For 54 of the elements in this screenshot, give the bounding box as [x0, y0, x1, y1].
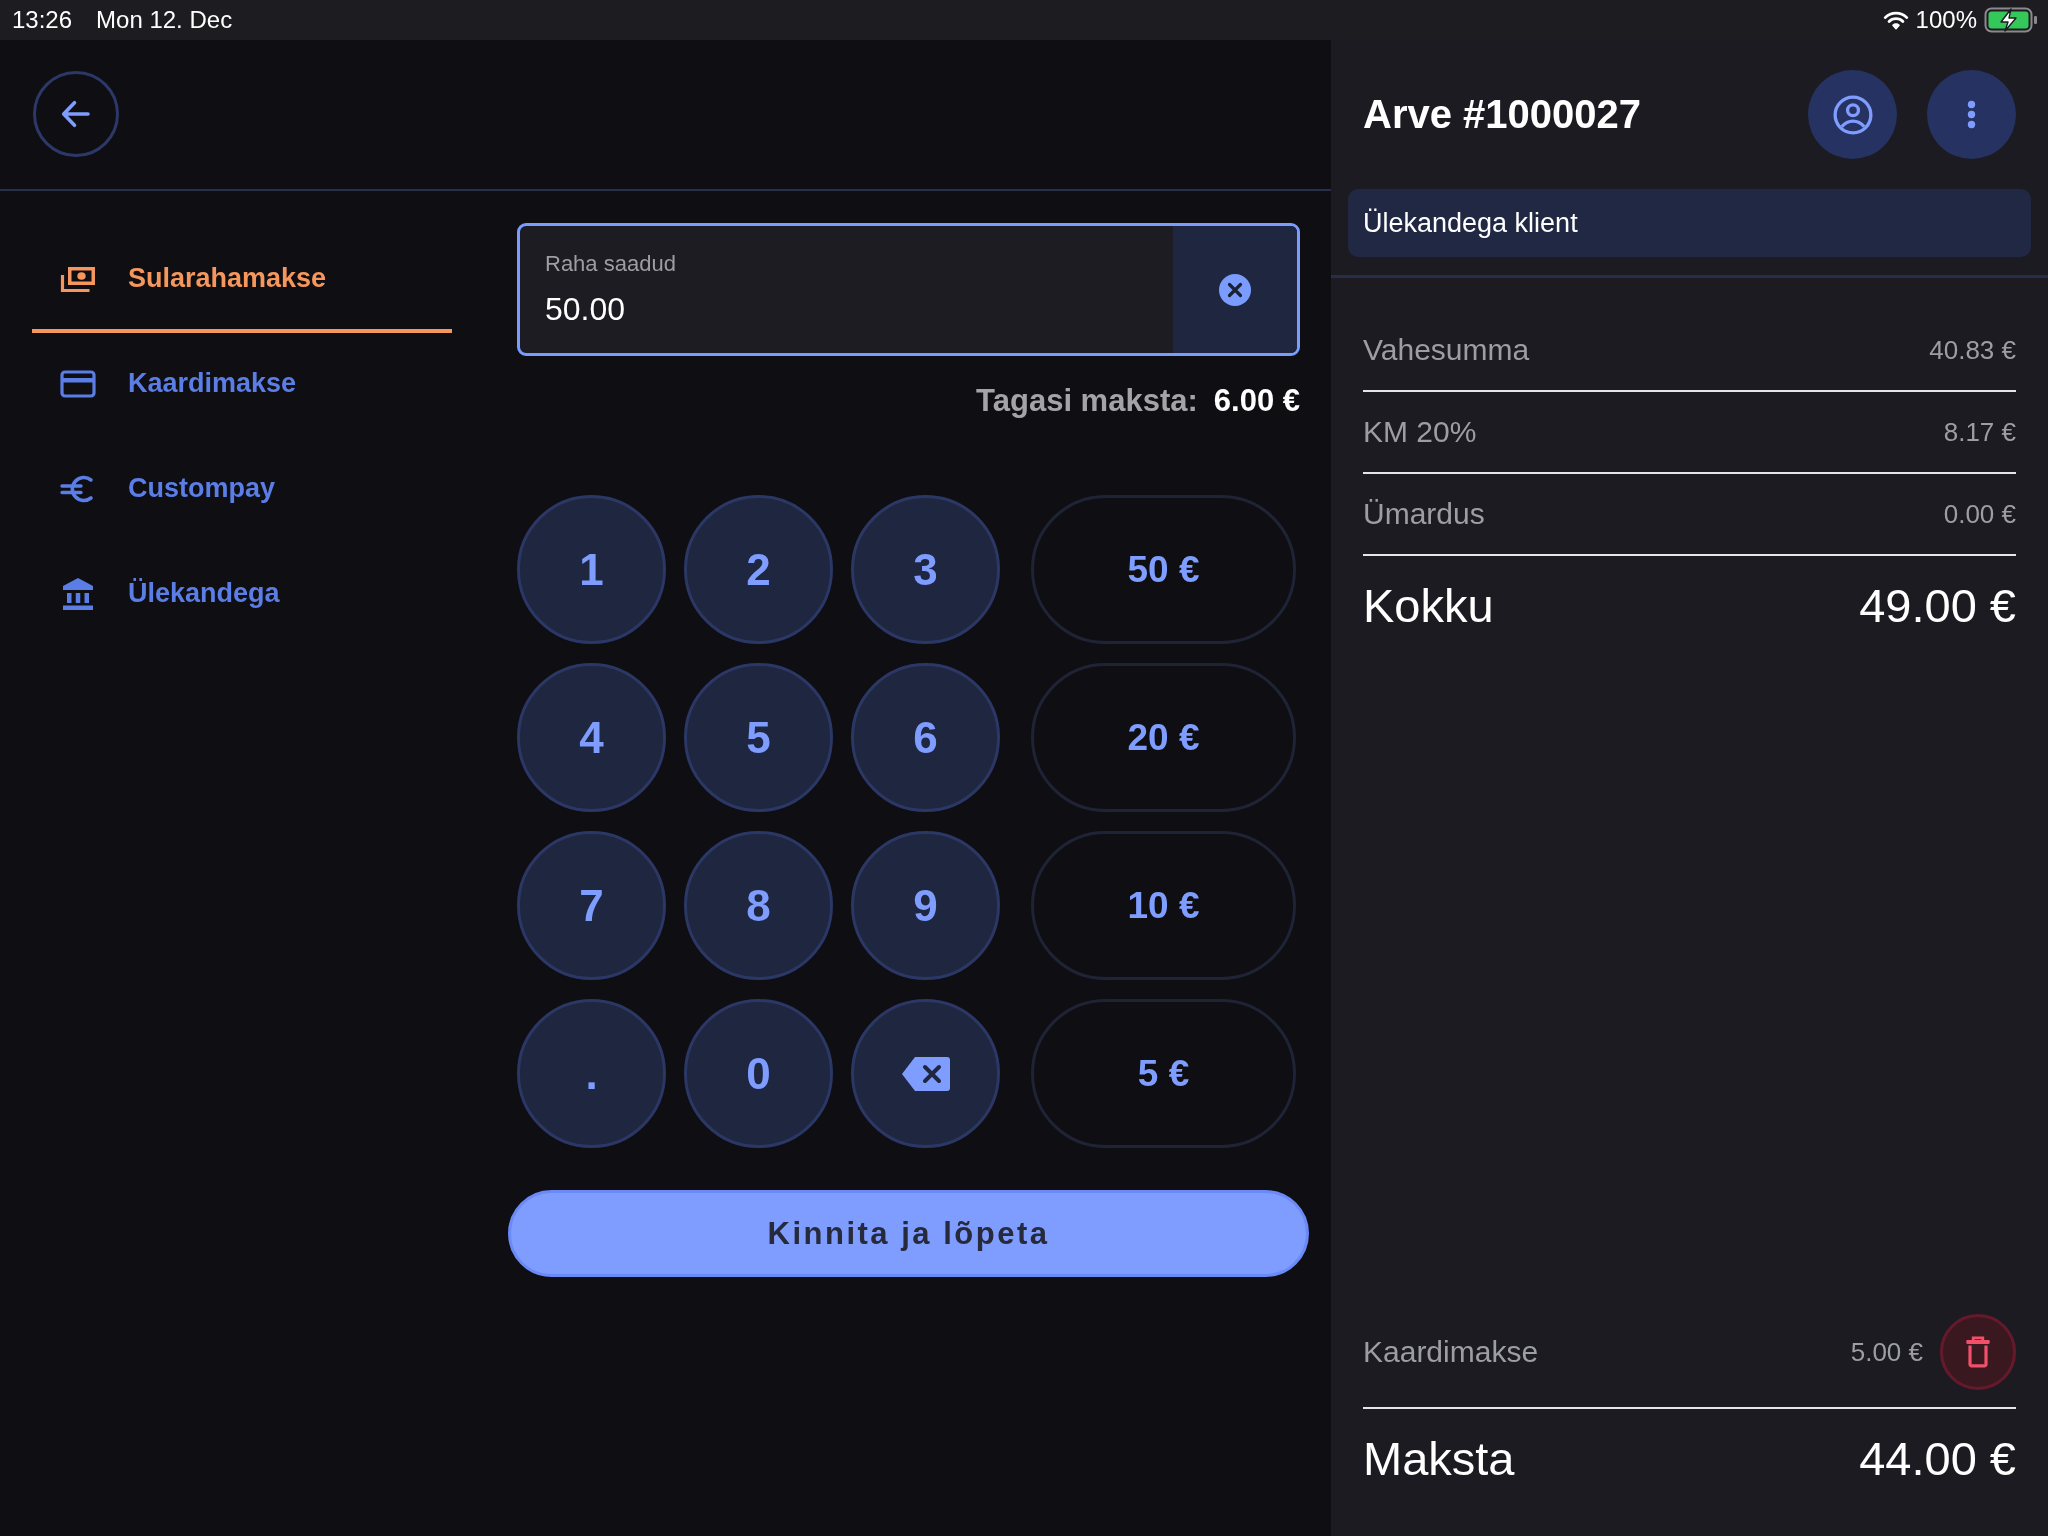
clear-icon: [1219, 273, 1251, 306]
status-date: Mon 12. Dec: [96, 6, 233, 34]
battery-icon: [1984, 7, 2038, 33]
confirm-button[interactable]: Kinnita ja lõpeta: [508, 1190, 1309, 1277]
change-label: Tagasi maksta:: [976, 383, 1198, 419]
cash-icon: [60, 264, 96, 293]
keypad-key[interactable]: 0: [684, 999, 833, 1148]
amount-field[interactable]: Raha saadud 50.00: [517, 223, 1300, 356]
wifi-icon: [1882, 10, 1909, 30]
keypad-key[interactable]: .: [517, 999, 666, 1148]
keypad-key[interactable]: 1: [517, 495, 666, 644]
invoice-title: Arve #1000027: [1363, 92, 1643, 137]
change-amount: 6.00 €: [1213, 383, 1300, 419]
payment-method-tab[interactable]: Sularahamakse: [32, 228, 452, 333]
customer-bar[interactable]: Ülekandega klient: [1348, 189, 2031, 257]
back-button[interactable]: [33, 71, 119, 157]
quick-amount-button[interactable]: 50 €: [1031, 495, 1296, 644]
keypad-key[interactable]: 7: [517, 831, 666, 980]
payment-method-tab[interactable]: Ülekandega: [32, 543, 452, 648]
card-icon: [60, 369, 96, 398]
battery-percentage: 100%: [1915, 6, 1977, 34]
quick-amount-button[interactable]: 5 €: [1031, 999, 1296, 1148]
user-circle-icon: [1831, 93, 1874, 136]
quick-amount-button[interactable]: 10 €: [1031, 831, 1296, 980]
keypad-key[interactable]: 4: [517, 663, 666, 812]
field-label: Raha saadud: [545, 251, 676, 277]
trash-icon: [1965, 1336, 1991, 1368]
amount-input[interactable]: 50.00: [545, 289, 1045, 329]
amount-due-label: Maksta: [1363, 1430, 1515, 1486]
keypad-key[interactable]: 6: [851, 663, 1000, 812]
keypad-key[interactable]: 2: [684, 495, 833, 644]
summary-label: KM 20%: [1363, 415, 1477, 449]
keypad-key[interactable]: 9: [851, 831, 1000, 980]
amount-due-value: 44.00 €: [1859, 1430, 2016, 1486]
keypad-key[interactable]: 5: [684, 663, 833, 812]
more-icon: [1967, 100, 1976, 129]
total-value: 49.00 €: [1859, 577, 2016, 633]
total-label: Kokku: [1363, 577, 1494, 633]
summary-value: 40.83 €: [1929, 334, 2016, 366]
quick-amount-button[interactable]: 20 €: [1031, 663, 1296, 812]
payment-method-tab[interactable]: Kaardimakse: [32, 333, 452, 438]
backspace-icon: [901, 1056, 950, 1091]
summary-label: Ümardus: [1363, 497, 1485, 531]
summary-value: 0.00 €: [1943, 498, 2016, 530]
keypad-key[interactable]: 3: [851, 495, 1000, 644]
keypad-key[interactable]: 8: [684, 831, 833, 980]
bank-icon: [61, 575, 95, 612]
payment-method-tab[interactable]: Custompay: [32, 438, 452, 543]
summary-value: 8.17 €: [1943, 416, 2016, 448]
summary-label: Vahesumma: [1363, 333, 1530, 367]
payment-label: Kaardimakse: [1363, 1335, 1540, 1369]
clear-button[interactable]: [1173, 226, 1297, 353]
status-time: 13:26: [12, 6, 73, 34]
payment-amount: 5.00 €: [1850, 1336, 1923, 1368]
